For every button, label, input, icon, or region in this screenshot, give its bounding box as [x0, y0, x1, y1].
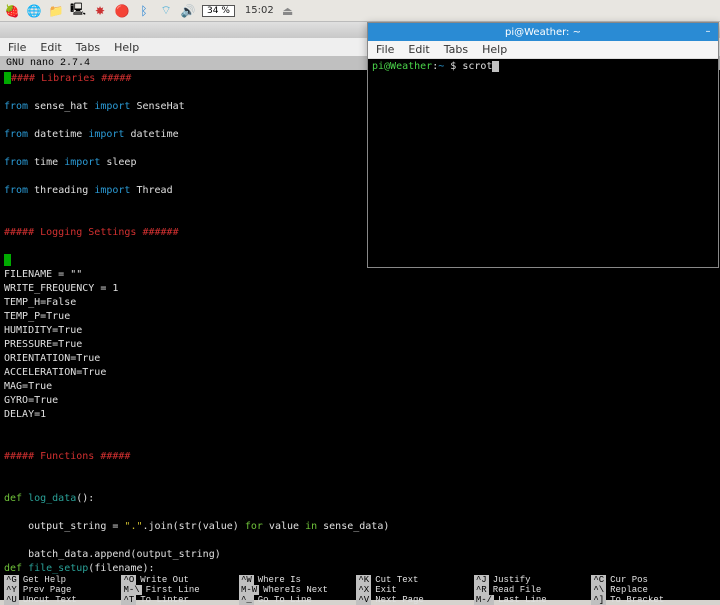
shortcut-first-line[interactable]: M-\First Line: [121, 585, 238, 595]
shortcut-last-line[interactable]: M-/Last Line: [474, 595, 591, 605]
wolfram-icon[interactable]: 🔴: [114, 3, 130, 19]
fg-menu-edit[interactable]: Edit: [408, 43, 429, 56]
fg-menu-file[interactable]: File: [376, 43, 394, 56]
mathematica-icon[interactable]: ✸: [92, 3, 108, 19]
battery-indicator[interactable]: 34 %: [202, 5, 235, 17]
shortcut-exit[interactable]: ^XExit: [356, 585, 473, 595]
bluetooth-icon[interactable]: ᛒ: [136, 3, 152, 19]
menu-edit[interactable]: Edit: [40, 41, 61, 54]
volume-icon[interactable]: 🔊: [180, 3, 196, 19]
shortcut-next-page[interactable]: ^VNext Page: [356, 595, 473, 605]
cursor-icon: [4, 72, 11, 84]
file-manager-icon[interactable]: 📁: [48, 3, 64, 19]
fg-menu-tabs[interactable]: Tabs: [444, 43, 468, 56]
cursor-icon: [4, 254, 11, 266]
shortcut-justify[interactable]: ^JJustify: [474, 575, 591, 585]
shell-command: scrot: [462, 61, 492, 72]
menu-help[interactable]: Help: [114, 41, 139, 54]
terminal-icon[interactable]: 🖳: [70, 3, 86, 19]
shortcut-to-linter[interactable]: ^TTo Linter: [121, 595, 238, 605]
shortcut-whereis-next[interactable]: M-WWhereIs Next: [239, 585, 356, 595]
shortcut-uncut-text[interactable]: ^UUncut Text: [4, 595, 121, 605]
shell-prompt-dollar: $: [444, 61, 462, 72]
shortcut-prev-page[interactable]: ^YPrev Page: [4, 585, 121, 595]
taskbar: 🍓 🌐 📁 🖳 ✸ 🔴 ᛒ ⌔ 🔊 34 % 15:02 ⏏: [0, 0, 720, 22]
wifi-icon[interactable]: ⌔: [158, 3, 174, 19]
shortcut-to-bracket[interactable]: ^]To Bracket: [591, 595, 708, 605]
menu-file[interactable]: File: [8, 41, 26, 54]
clock[interactable]: 15:02: [245, 5, 274, 16]
nano-shortcuts: ^GGet Help ^OWrite Out ^WWhere Is ^KCut …: [0, 574, 720, 600]
shortcut-replace[interactable]: ^\Replace: [591, 585, 708, 595]
nano-version: GNU nano 2.7.4: [6, 58, 90, 69]
close-icon[interactable]: –: [702, 25, 714, 37]
menu-tabs[interactable]: Tabs: [76, 41, 100, 54]
shortcut-cut-text[interactable]: ^KCut Text: [356, 575, 473, 585]
browser-icon[interactable]: 🌐: [26, 3, 42, 19]
eject-icon[interactable]: ⏏: [280, 3, 296, 19]
shortcut-write-out[interactable]: ^OWrite Out: [121, 575, 238, 585]
shortcut-read-file[interactable]: ^RRead File: [474, 585, 591, 595]
fg-terminal-titlebar[interactable]: pi@Weather: ~ –: [368, 23, 718, 41]
shortcut-where-is[interactable]: ^WWhere Is: [239, 575, 356, 585]
fg-terminal-menubar: File Edit Tabs Help: [368, 41, 718, 59]
foreground-terminal-window[interactable]: pi@Weather: ~ – File Edit Tabs Help pi@W…: [367, 22, 719, 268]
shortcut-cur-pos[interactable]: ^CCur Pos: [591, 575, 708, 585]
shell-prompt-user: pi@Weather: [372, 61, 432, 72]
cursor-icon: [492, 61, 499, 72]
shortcut-get-help[interactable]: ^GGet Help: [4, 575, 121, 585]
fg-menu-help[interactable]: Help: [482, 43, 507, 56]
start-menu-icon[interactable]: 🍓: [4, 3, 20, 19]
shortcut-go-to-line[interactable]: ^_Go To Line: [239, 595, 356, 605]
fg-terminal-title: pi@Weather: ~: [505, 27, 581, 38]
fg-terminal-body[interactable]: pi@Weather:~ $ scrot: [368, 59, 718, 267]
